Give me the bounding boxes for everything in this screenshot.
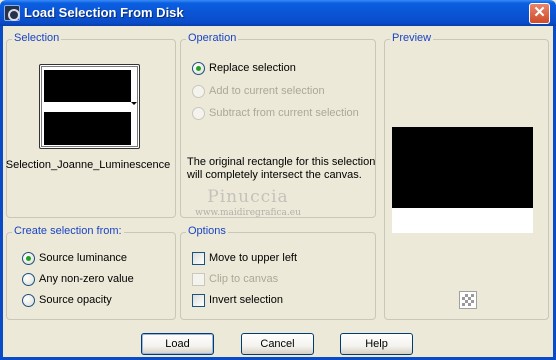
radio-unchecked[interactable] <box>22 273 35 286</box>
operation-info: The original rectangle for this selectio… <box>187 156 376 182</box>
radio-unchecked <box>192 107 205 120</box>
transparency-toggle-button[interactable] <box>459 291 477 309</box>
radio-unchecked[interactable] <box>22 294 35 307</box>
title-bar: Load Selection From Disk ✕ <box>0 0 556 26</box>
help-button[interactable]: Help <box>340 333 413 355</box>
checkbox-box[interactable] <box>192 252 205 265</box>
radio-unchecked <box>192 85 205 98</box>
selection-legend: Selection <box>12 32 62 44</box>
info-line-1: The original rectangle for this selectio… <box>187 156 376 168</box>
invert-selection-label: Invert selection <box>209 294 283 306</box>
source-opacity-label: Source opacity <box>39 294 112 306</box>
watermark-url: www.maidiregrafica.eu <box>195 208 301 218</box>
add-selection-label: Add to current selection <box>209 85 325 97</box>
preview-selection-area <box>392 127 533 208</box>
selection-picker[interactable] <box>39 64 140 149</box>
close-button[interactable]: ✕ <box>529 3 550 24</box>
checkbox-box[interactable] <box>192 294 205 307</box>
load-button[interactable]: Load <box>141 333 214 355</box>
info-line-2: will completely intersect the canvas. <box>187 169 362 181</box>
options-legend: Options <box>186 225 228 237</box>
checkbox-box <box>192 273 205 286</box>
clip-to-canvas-label: Clip to canvas <box>209 273 279 285</box>
preview-image <box>392 127 533 233</box>
source-luminance-label: Source luminance <box>39 252 128 264</box>
create-from-legend: Create selection from: <box>12 225 124 237</box>
checkerboard-icon <box>462 294 474 306</box>
radio-checked[interactable] <box>192 62 205 75</box>
cancel-button[interactable]: Cancel <box>241 333 314 355</box>
replace-selection-label: Replace selection <box>209 62 296 74</box>
app-icon <box>4 5 20 21</box>
move-upper-left-label: Move to upper left <box>209 252 298 264</box>
dropdown-arrow-icon[interactable] <box>131 102 137 105</box>
subtract-selection-label: Subtract from current selection <box>209 107 359 119</box>
radio-checked[interactable] <box>22 252 35 265</box>
watermark-name: Pinuccia <box>207 187 289 207</box>
non-zero-value-label: Any non-zero value <box>39 273 134 285</box>
window-title: Load Selection From Disk <box>24 5 184 20</box>
preview-legend: Preview <box>390 32 434 44</box>
watermark: Pinuccia www.maidiregrafica.eu <box>186 187 310 218</box>
operation-legend: Operation <box>186 32 239 44</box>
selection-name: Selection_Joanne_Luminescence <box>5 159 171 171</box>
